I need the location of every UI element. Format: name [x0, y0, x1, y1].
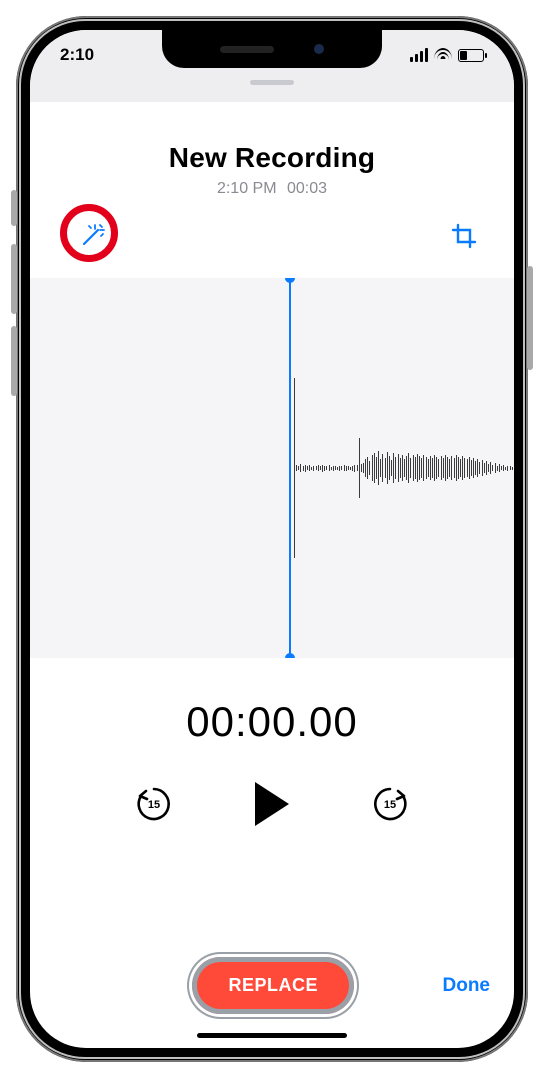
svg-text:15: 15 [384, 799, 396, 811]
done-button[interactable]: Done [443, 975, 491, 997]
earpiece [220, 46, 274, 53]
waveform [294, 368, 514, 568]
screen: 2:10 New Recording 2:10 PM 00:03 [30, 30, 514, 1048]
playback-position: 00:00.00 [54, 698, 490, 746]
power-button [527, 266, 533, 370]
skip-forward-15-icon: 15 [369, 783, 411, 825]
wifi-icon [434, 48, 452, 62]
trim-button[interactable] [444, 216, 484, 256]
recording-duration: 00:03 [287, 180, 327, 197]
phone-frame: 2:10 New Recording 2:10 PM 00:03 [16, 16, 528, 1062]
volume-up-button [11, 244, 17, 314]
notch [162, 30, 382, 68]
crop-icon [450, 222, 478, 250]
battery-icon [458, 49, 484, 62]
home-indicator[interactable] [197, 1033, 347, 1038]
mute-switch [11, 190, 17, 226]
recording-timestamp: 2:10 PM [217, 180, 277, 197]
playhead[interactable] [289, 278, 291, 658]
svg-text:15: 15 [148, 799, 160, 811]
sheet-grabber[interactable] [250, 80, 294, 85]
recording-title[interactable]: New Recording [54, 142, 490, 174]
recording-header: New Recording 2:10 PM 00:03 [30, 102, 514, 278]
status-time: 2:10 [60, 45, 94, 65]
skip-back-button[interactable]: 15 [133, 783, 175, 825]
edit-toolbar [54, 210, 490, 268]
enhance-button[interactable] [72, 216, 112, 256]
magic-wand-icon [78, 222, 106, 250]
skip-back-15-icon: 15 [133, 783, 175, 825]
volume-down-button [11, 326, 17, 396]
skip-forward-button[interactable]: 15 [369, 783, 411, 825]
replace-button[interactable]: REPLACE [192, 957, 354, 1014]
status-right [410, 48, 485, 62]
cellular-bars-icon [410, 48, 429, 62]
recording-subline: 2:10 PM 00:03 [54, 180, 490, 198]
waveform-region[interactable] [30, 278, 514, 658]
transport-controls: 00:00.00 15 15 [30, 658, 514, 826]
play-button[interactable] [255, 782, 289, 826]
front-camera [314, 44, 324, 54]
